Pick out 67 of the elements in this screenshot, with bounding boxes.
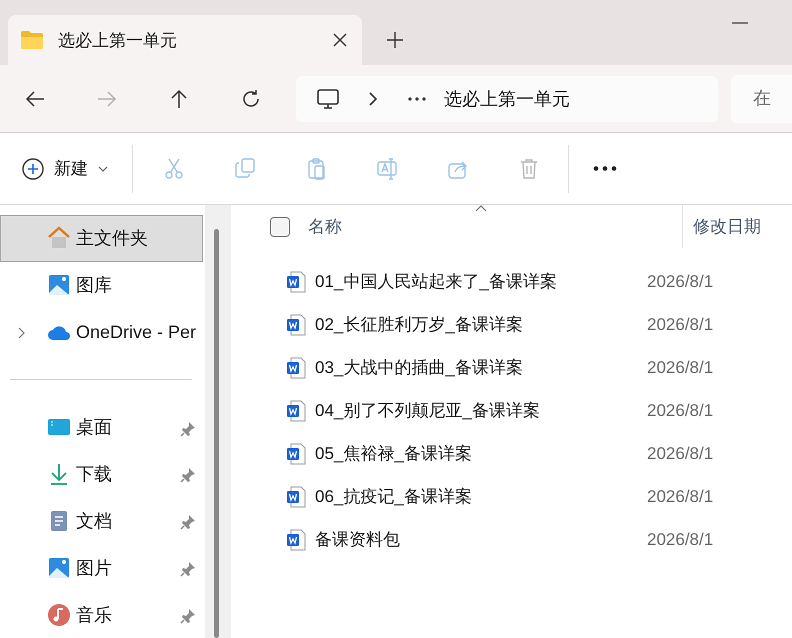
sidebar-label: 主文件夹 bbox=[76, 227, 148, 250]
computer-icon bbox=[316, 86, 340, 110]
modified-date: 2026/8/1 bbox=[647, 444, 714, 464]
word-document-icon bbox=[286, 314, 306, 336]
pin-icon[interactable] bbox=[180, 561, 196, 578]
file-name[interactable]: 05_焦裕禄_备课详案 bbox=[315, 442, 472, 465]
word-document-icon bbox=[286, 356, 306, 378]
sidebar-label: OneDrive - Per bbox=[76, 322, 196, 343]
modified-date: 2026/8/1 bbox=[647, 272, 714, 292]
modified-date: 2026/8/1 bbox=[647, 400, 714, 420]
tab-title: 选必上第一单元 bbox=[58, 30, 178, 52]
file-name[interactable]: 01_中国人民站起来了_备课详案 bbox=[315, 270, 557, 293]
sidebar-label: 图库 bbox=[76, 274, 112, 298]
scrollbar-thumb[interactable] bbox=[214, 229, 219, 638]
sidebar-label: 文档 bbox=[76, 510, 112, 533]
path-segment[interactable]: 选必上第一单元 bbox=[444, 86, 570, 110]
plus-circle-icon bbox=[22, 158, 44, 180]
sidebar-item[interactable]: 图库 bbox=[0, 262, 203, 309]
chevron-right-icon[interactable] bbox=[368, 92, 378, 106]
picture-icon bbox=[47, 556, 71, 580]
gallery-icon bbox=[47, 273, 71, 298]
minimize-icon[interactable] bbox=[732, 22, 748, 24]
sidebar-item[interactable]: 桌面 bbox=[0, 404, 203, 450]
sort-caret-icon bbox=[475, 205, 487, 212]
word-document-icon bbox=[286, 270, 306, 292]
file-name[interactable]: 04_别了不列颠尼亚_备课详案 bbox=[315, 399, 540, 422]
word-document-icon bbox=[286, 486, 306, 508]
pin-icon[interactable] bbox=[180, 467, 196, 484]
file-name[interactable]: 02_长征胜利万岁_备课详案 bbox=[315, 313, 523, 336]
modified-date: 2026/8/1 bbox=[647, 358, 714, 378]
sidebar-item[interactable]: OneDrive - Per bbox=[0, 308, 203, 356]
pin-icon[interactable] bbox=[180, 420, 196, 437]
modified-date: 2026/8/1 bbox=[647, 530, 714, 550]
file-name[interactable]: 06_抗疫记_备课详案 bbox=[315, 485, 472, 508]
folder-tab[interactable]: 选必上第一单元 bbox=[8, 15, 362, 65]
sidebar-item[interactable]: 下载 bbox=[0, 450, 203, 498]
sidebar-label: 音乐 bbox=[76, 604, 112, 627]
more-icon[interactable] bbox=[408, 96, 426, 100]
column-header[interactable]: 修改日期 bbox=[693, 205, 761, 248]
word-document-icon bbox=[286, 400, 306, 422]
sidebar-label: 图片 bbox=[76, 556, 112, 580]
modified-date: 2026/8/1 bbox=[647, 486, 714, 506]
address-bar[interactable]: 选必上第一单元 bbox=[296, 76, 718, 122]
word-document-icon bbox=[286, 442, 306, 464]
select-all-checkbox[interactable] bbox=[270, 216, 290, 236]
sidebar-item[interactable]: 文档 bbox=[0, 497, 203, 544]
sidebar-label: 桌面 bbox=[76, 416, 112, 440]
home-icon bbox=[47, 226, 71, 250]
file-name[interactable]: 03_大战中的插曲_备课详案 bbox=[315, 356, 523, 379]
word-document-icon bbox=[286, 528, 306, 550]
new-tab-icon[interactable] bbox=[386, 31, 404, 49]
sidebar-item[interactable]: 主文件夹 bbox=[0, 215, 203, 262]
new-button[interactable]: 新建 bbox=[0, 148, 108, 188]
music-icon bbox=[47, 602, 71, 627]
sidebar-item[interactable]: 音乐 bbox=[0, 591, 203, 638]
search-field[interactable]: 在 bbox=[731, 74, 792, 122]
pin-icon[interactable] bbox=[180, 608, 196, 624]
modified-date: 2026/8/1 bbox=[647, 314, 714, 334]
sidebar-label: 下载 bbox=[76, 462, 112, 486]
more-options-icon[interactable] bbox=[593, 166, 617, 171]
close-icon[interactable] bbox=[332, 32, 348, 48]
pin-icon[interactable] bbox=[180, 514, 196, 530]
column-header[interactable]: 名称 bbox=[308, 205, 682, 248]
sidebar-item[interactable]: 图片 bbox=[0, 544, 203, 592]
file-name[interactable]: 备课资料包 bbox=[315, 528, 400, 551]
folder-icon bbox=[20, 30, 44, 50]
caret-icon bbox=[98, 166, 108, 172]
